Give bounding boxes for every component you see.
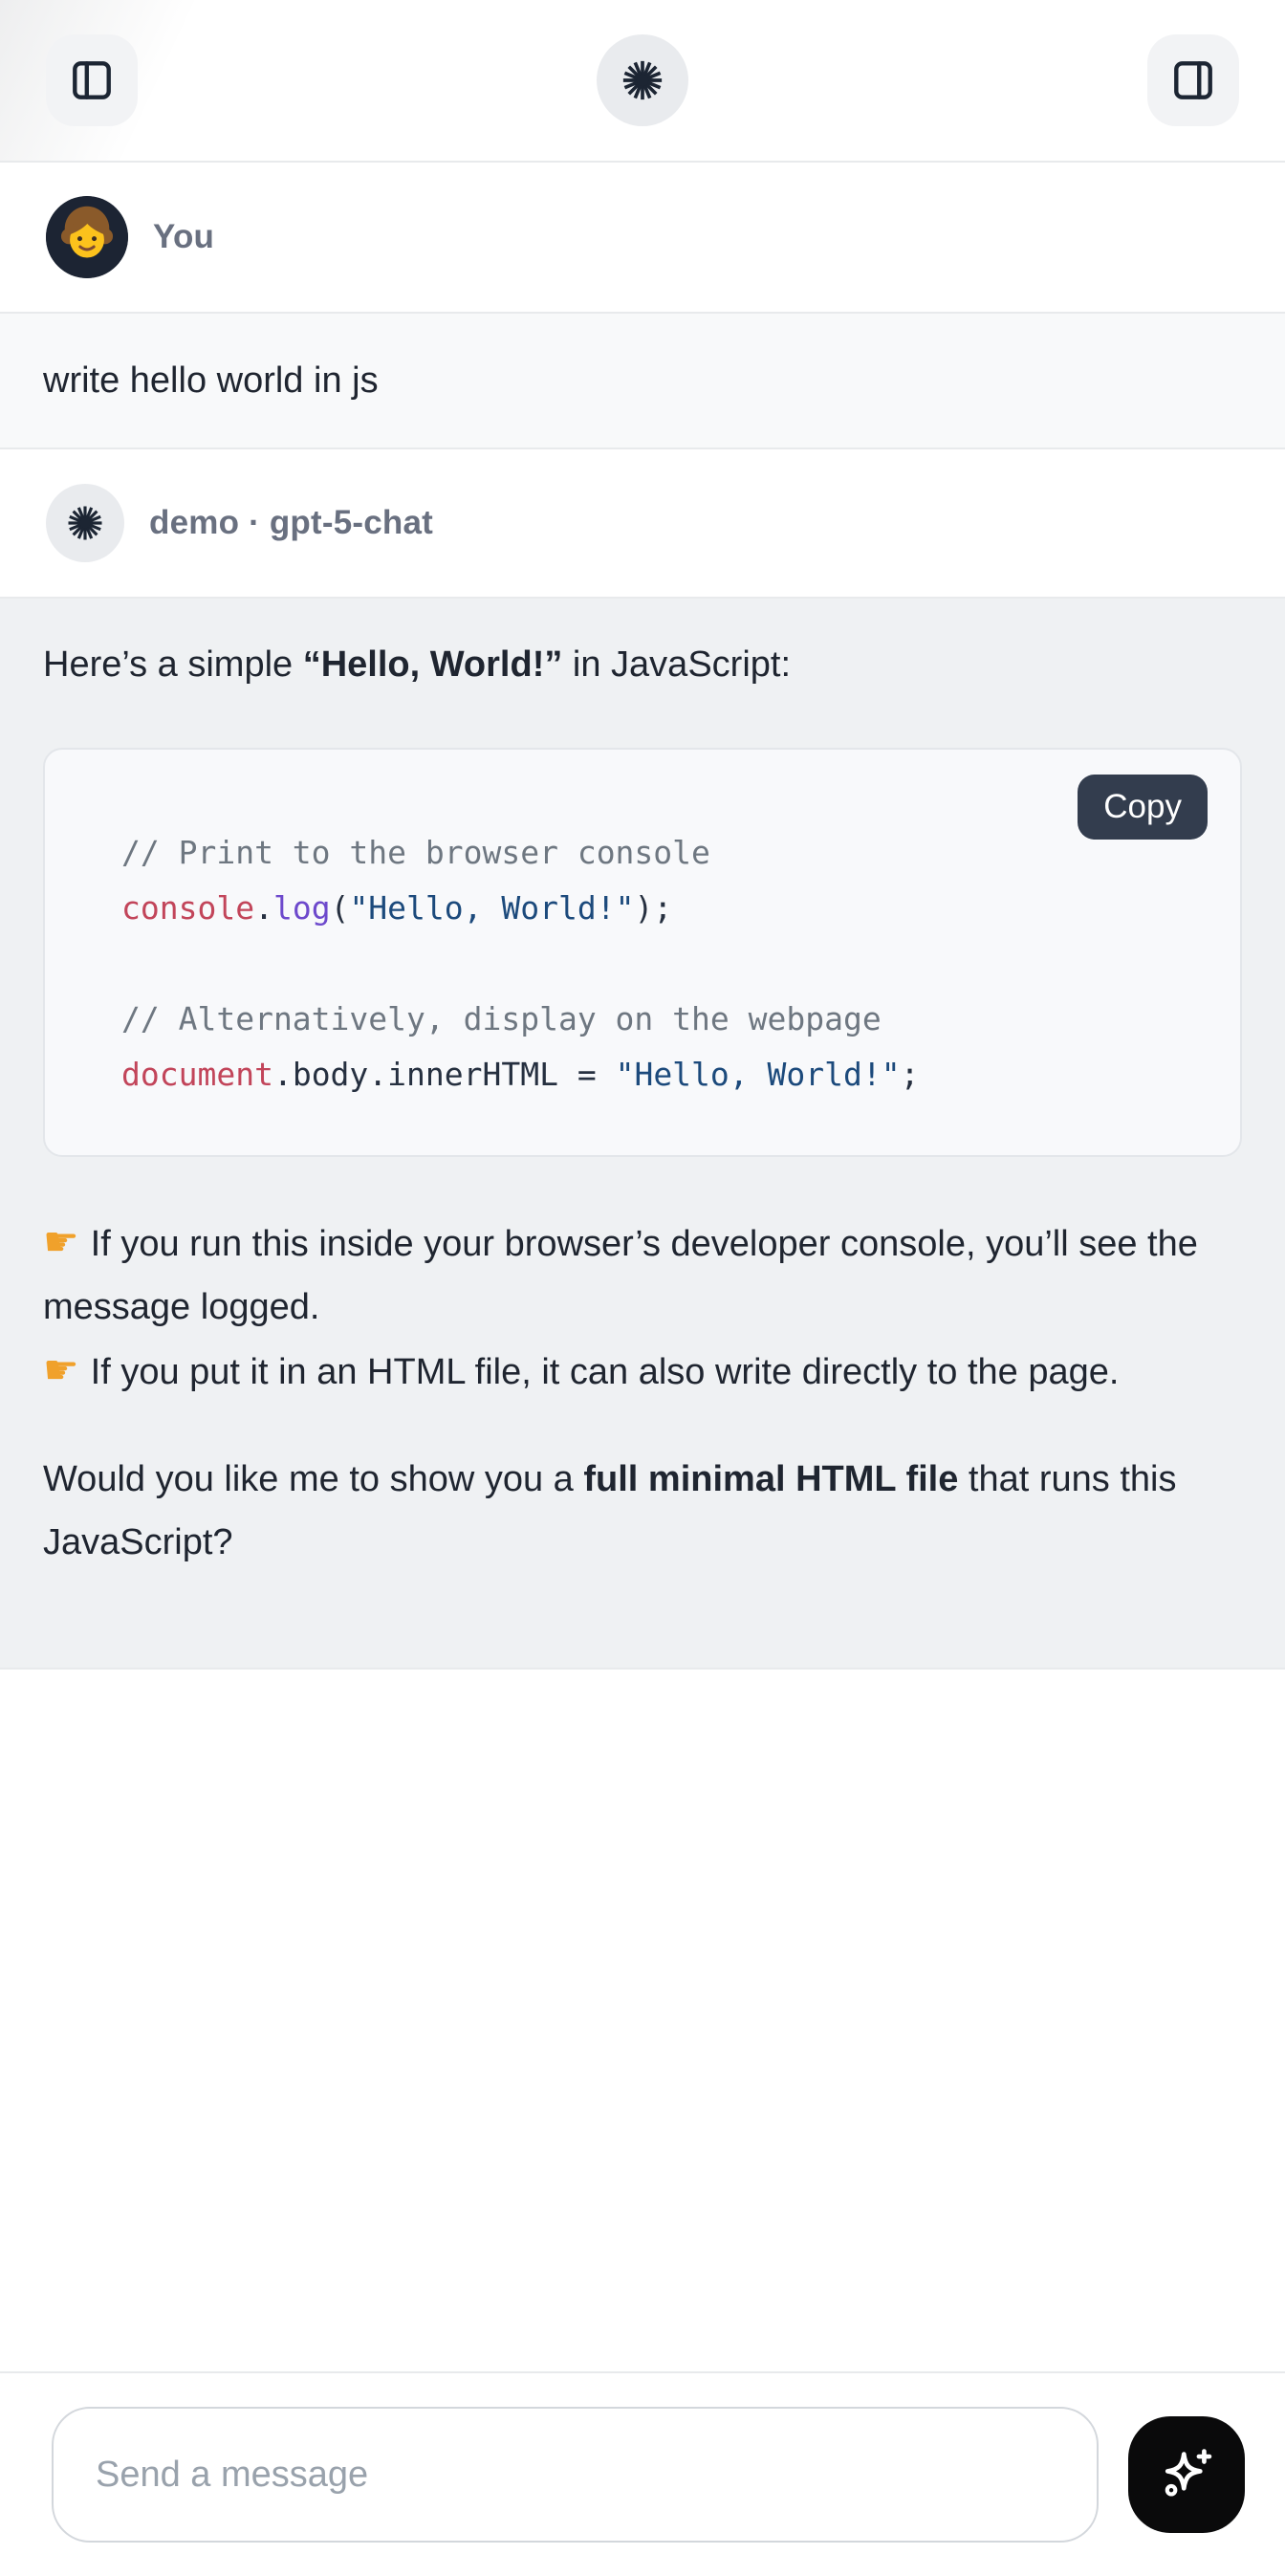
- code-block: Copy // Print to the browser console con…: [43, 748, 1242, 1157]
- code-content: // Print to the browser console console.…: [45, 750, 1240, 1174]
- panel-right-icon: [1169, 56, 1217, 104]
- user-message-header: You: [0, 163, 1285, 314]
- assistant-notes: ☛If you run this inside your browser’s d…: [43, 1211, 1242, 1404]
- send-button[interactable]: [1128, 2416, 1245, 2533]
- sidebar-toggle-button[interactable]: [46, 34, 138, 126]
- composer-bar: [0, 2371, 1285, 2576]
- starburst-icon: [621, 58, 664, 102]
- panel-toggle-button[interactable]: [1147, 34, 1239, 126]
- assistant-message: Here’s a simple “Hello, World!” in JavaS…: [0, 599, 1285, 1670]
- empty-area: [0, 1670, 1285, 2371]
- message-input[interactable]: [52, 2407, 1099, 2543]
- pointing-right-icon: ☛: [43, 1218, 79, 1265]
- chat-screen: You write hello world in js dem: [0, 0, 1285, 2576]
- user-message: write hello world in js: [0, 314, 1285, 449]
- user-sender-label: You: [153, 218, 214, 256]
- pointing-right-icon: ☛: [43, 1346, 79, 1393]
- assistant-followup: Would you like me to show you a full min…: [43, 1448, 1242, 1574]
- model-badge[interactable]: [597, 34, 688, 126]
- note-text: If you run this inside your browser’s de…: [43, 1224, 1198, 1327]
- sparkle-plus-icon: [1155, 2443, 1218, 2506]
- person-emoji-icon: [46, 196, 128, 278]
- panel-left-icon: [68, 56, 116, 104]
- copy-button[interactable]: Copy: [1078, 775, 1208, 840]
- top-bar: [0, 0, 1285, 163]
- starburst-icon: [66, 504, 104, 542]
- assistant-avatar: [46, 484, 124, 562]
- assistant-sender-label: demo · gpt-5-chat: [149, 504, 433, 542]
- assistant-intro: Here’s a simple “Hello, World!” in JavaS…: [43, 637, 1242, 692]
- assistant-message-header: demo · gpt-5-chat: [0, 449, 1285, 599]
- note-line: ☛If you run this inside your browser’s d…: [43, 1211, 1242, 1339]
- user-message-text: write hello world in js: [43, 360, 379, 402]
- user-avatar: [46, 196, 128, 278]
- note-line: ☛ If you put it in an HTML file, it can a…: [43, 1339, 1242, 1404]
- note-text: If you put it in an HTML file, it can al…: [91, 1352, 1120, 1392]
